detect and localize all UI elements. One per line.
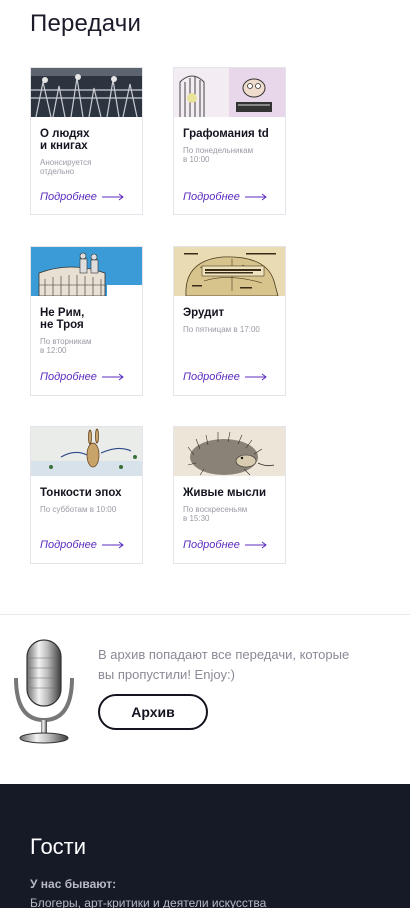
show-card-zhivye-mysli[interactable]: Живые мысли По воскресеньям в 15:30 Подр… bbox=[173, 426, 286, 564]
guests-title: Гости bbox=[30, 834, 87, 859]
arrow-right-icon bbox=[244, 541, 267, 549]
more-link[interactable]: Подробнее bbox=[40, 371, 124, 383]
archive-button[interactable]: Архив bbox=[98, 694, 208, 730]
section-title: Передачи bbox=[30, 10, 142, 37]
more-link[interactable]: Подробнее bbox=[183, 191, 267, 203]
show-schedule-line2: отдельно bbox=[40, 167, 75, 176]
show-schedule: По пятницам в 17:00 bbox=[183, 325, 260, 334]
show-title: Графомания td bbox=[183, 128, 269, 140]
show-title: Эрудит bbox=[183, 307, 225, 319]
archive-description-line2: вы пропустили! Enjoy:) bbox=[98, 667, 236, 682]
show-schedule-line2: в 12:00 bbox=[40, 346, 67, 355]
show-card-tonkosti-epoh[interactable]: Тонкости эпох По субботам в 10:00 Подроб… bbox=[30, 426, 143, 564]
show-schedule: По вторникам bbox=[40, 337, 92, 346]
show-thumbnail bbox=[174, 247, 285, 296]
more-link-label: Подробнее bbox=[183, 539, 240, 551]
show-title-line2: не Троя bbox=[40, 319, 84, 331]
more-link[interactable]: Подробнее bbox=[40, 191, 124, 203]
arrow-right-icon bbox=[101, 541, 124, 549]
more-link[interactable]: Подробнее bbox=[183, 539, 267, 551]
more-link-label: Подробнее bbox=[40, 539, 97, 551]
archive-description-line1: В архив попадают все передачи, которые bbox=[98, 647, 350, 662]
show-schedule: По субботам в 10:00 bbox=[40, 505, 117, 514]
show-title: Тонкости эпох bbox=[40, 487, 122, 499]
more-link-label: Подробнее bbox=[40, 371, 97, 383]
show-thumbnail bbox=[174, 68, 285, 117]
arrow-right-icon bbox=[101, 193, 124, 201]
divider bbox=[0, 614, 410, 615]
more-link-label: Подробнее bbox=[40, 191, 97, 203]
show-title-line2: и книгах bbox=[40, 140, 88, 152]
more-link[interactable]: Подробнее bbox=[40, 539, 124, 551]
show-thumbnail bbox=[31, 427, 142, 476]
archive-description: В архив попадают все передачи, которые в… bbox=[98, 645, 388, 685]
show-title: Не Рим, bbox=[40, 307, 85, 319]
guests-description: Блогеры, арт-критики и деятели искусства bbox=[30, 896, 267, 908]
show-title: О людях bbox=[40, 128, 90, 140]
show-thumbnail bbox=[31, 247, 142, 296]
show-card-o-lyudyah[interactable]: О людях и книгах Анонсируется отдельно П… bbox=[30, 67, 143, 215]
show-card-grafomaniya[interactable]: Графомания td По понедельникам в 10:00 П… bbox=[173, 67, 286, 215]
show-thumbnail bbox=[174, 427, 285, 476]
arrow-right-icon bbox=[244, 193, 267, 201]
more-link-label: Подробнее bbox=[183, 371, 240, 383]
arrow-right-icon bbox=[101, 373, 124, 381]
show-schedule: По воскресеньям bbox=[183, 505, 248, 514]
show-title: Живые мысли bbox=[183, 487, 267, 499]
microphone-icon bbox=[10, 636, 78, 751]
show-schedule: Анонсируется bbox=[40, 158, 92, 167]
show-schedule-line2: в 15:30 bbox=[183, 514, 210, 523]
arrow-right-icon bbox=[244, 373, 267, 381]
guests-section: Гости У нас бывают: Блогеры, арт-критики… bbox=[0, 784, 410, 908]
show-schedule-line2: в 10:00 bbox=[183, 155, 210, 164]
show-card-erudit[interactable]: Эрудит По пятницам в 17:00 Подробнее bbox=[173, 246, 286, 396]
show-schedule: По понедельникам bbox=[183, 146, 254, 155]
guests-subtitle: У нас бывают: bbox=[30, 877, 117, 891]
more-link[interactable]: Подробнее bbox=[183, 371, 267, 383]
show-card-ne-rim[interactable]: Не Рим, не Троя По вторникам в 12:00 Под… bbox=[30, 246, 143, 396]
show-thumbnail bbox=[31, 68, 142, 117]
more-link-label: Подробнее bbox=[183, 191, 240, 203]
